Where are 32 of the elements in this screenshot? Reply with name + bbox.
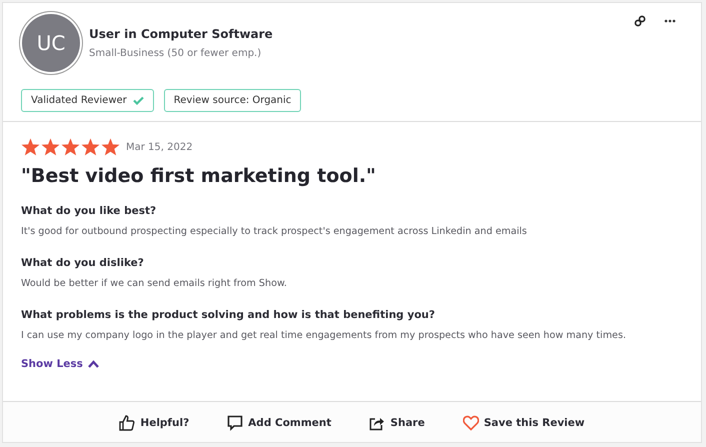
action-button[interactable]: Helpful? xyxy=(117,413,192,433)
question: What do you dislike? xyxy=(21,257,145,269)
answer: I can use my company logo in the player and get real time engagements from my prospects who have seen how many times. xyxy=(21,330,627,341)
chevron-up-icon xyxy=(88,360,99,368)
link-icon xyxy=(634,15,646,27)
more-icon xyxy=(664,19,676,23)
badge-label: Review source: Organic xyxy=(174,95,292,106)
share-icon xyxy=(369,415,386,431)
star-icon xyxy=(61,138,80,156)
answer: It's good for outbound prospecting especially to track prospect's engagement across Linkedin and emails xyxy=(21,226,528,237)
question: What problems is the product solving and how is that benefiting you? xyxy=(21,309,436,321)
star-icon xyxy=(21,138,40,156)
link-button[interactable] xyxy=(632,13,648,29)
star-icon xyxy=(41,138,60,156)
action-button[interactable]: Save this Review xyxy=(460,413,587,433)
answer: Would be better if we can send emails right from Show. xyxy=(21,278,288,289)
thumbs-up-icon xyxy=(119,415,136,431)
show-less-link[interactable]: Show Less xyxy=(21,358,99,370)
comment-icon xyxy=(227,415,244,431)
reviewer-name: User in Computer Software xyxy=(89,27,274,41)
review-title: "Best video first marketing tool." xyxy=(21,165,377,187)
action-button[interactable]: Share xyxy=(367,413,427,433)
check-icon xyxy=(132,96,144,105)
review-date: Mar 15, 2022 xyxy=(126,142,193,152)
badge-label: Validated Reviewer xyxy=(31,95,127,106)
star-icon xyxy=(81,138,100,156)
question: What do you like best? xyxy=(21,205,158,217)
avatar: UC xyxy=(22,14,80,72)
heart-icon xyxy=(462,415,479,431)
company-size: Small-Business (50 or fewer emp.) xyxy=(89,48,262,59)
action-button[interactable]: Add Comment xyxy=(225,413,334,433)
star-icon xyxy=(101,138,120,156)
